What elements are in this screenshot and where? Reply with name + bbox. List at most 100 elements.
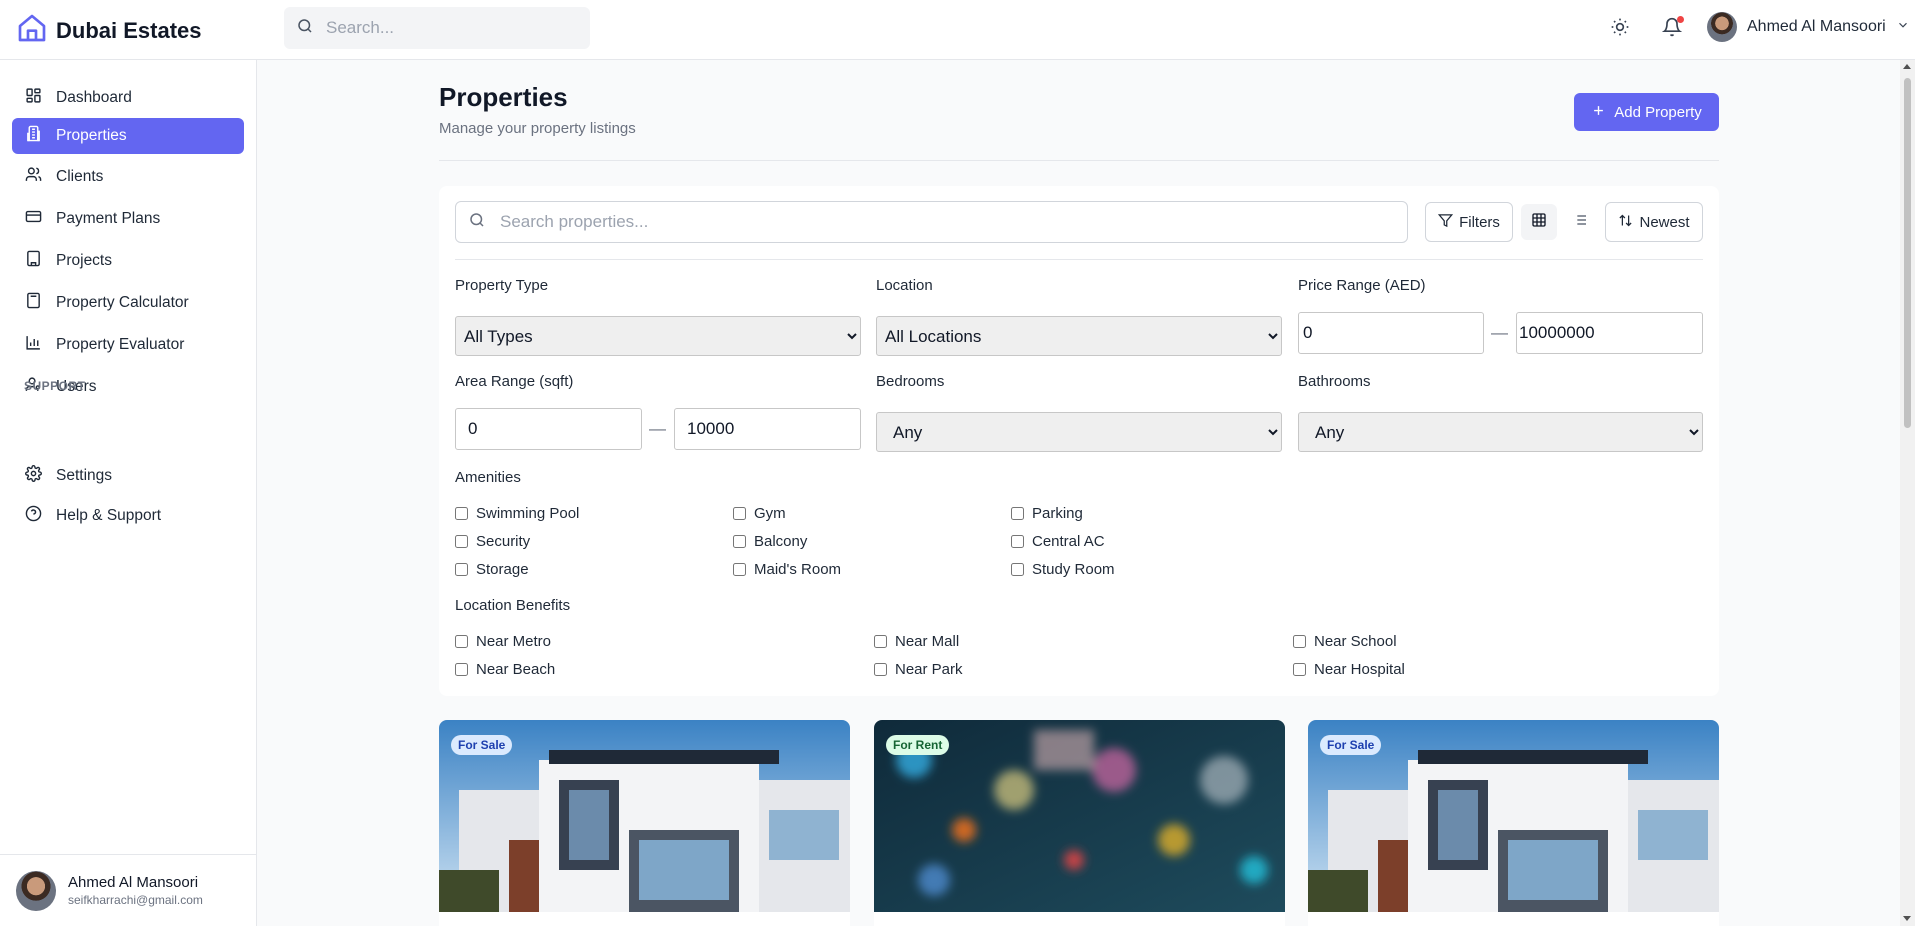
bathrooms-select[interactable]: Any [1298,412,1703,452]
support-section-label: SUPPORT [24,379,86,393]
calculator-icon [25,292,42,314]
checkbox[interactable] [733,563,746,576]
benefit-label: Near Park [895,661,963,678]
checkbox[interactable] [455,663,468,676]
property-search-input[interactable] [500,212,1380,232]
sidebar-item-property-calculator[interactable]: Property Calculator [12,285,244,321]
amenity-balcony[interactable]: Balcony [733,533,807,550]
benefit-near-school[interactable]: Near School [1293,633,1397,650]
building-icon [25,250,42,272]
home-icon [16,12,48,49]
grid-view-button[interactable] [1521,204,1557,240]
sidebar-item-property-evaluator[interactable]: Property Evaluator [12,327,244,363]
checkbox[interactable] [1293,635,1306,648]
global-search[interactable] [284,7,590,49]
scroll-down-arrow[interactable] [1903,916,1911,921]
area-max-input[interactable] [674,408,861,450]
sidebar-item-help[interactable]: Help & Support [12,498,244,534]
checkbox[interactable] [1011,563,1024,576]
sidebar-item-label: Settings [56,467,113,484]
amenity-security[interactable]: Security [455,533,530,550]
amenities-label: Amenities [455,469,521,486]
price-max-input[interactable] [1516,312,1703,354]
page-subtitle: Manage your property listings [439,120,636,137]
sidebar-item-settings[interactable]: Settings [12,458,244,494]
sidebar-item-properties[interactable]: Properties [12,118,244,154]
bar-chart-icon [25,334,42,356]
amenity-maids-room[interactable]: Maid's Room [733,561,841,578]
sidebar-user-profile[interactable]: Ahmed Al Mansoori seifkharrachi@gmail.co… [0,854,256,926]
checkbox[interactable] [1011,535,1024,548]
benefit-near-hospital[interactable]: Near Hospital [1293,661,1405,678]
status-badge: For Sale [451,735,513,755]
amenity-study-room[interactable]: Study Room [1011,561,1115,578]
checkbox[interactable] [455,563,468,576]
property-search[interactable] [455,201,1408,243]
amenity-label: Swimming Pool [476,505,580,522]
brand[interactable]: Dubai Estates [16,12,202,49]
price-range-label: Price Range (AED) [1298,277,1426,294]
area-min-input[interactable] [455,408,642,450]
benefit-near-mall[interactable]: Near Mall [874,633,959,650]
filters-button[interactable]: Filters [1425,202,1513,242]
theme-toggle-button[interactable] [1607,16,1633,42]
checkbox[interactable] [874,635,887,648]
bathrooms-label: Bathrooms [1298,373,1371,390]
checkbox[interactable] [733,507,746,520]
users-icon [25,166,42,188]
sidebar-item-label: Payment Plans [56,210,161,227]
sidebar-item-label: Property Evaluator [56,336,185,353]
notifications-button[interactable] [1659,16,1685,42]
amenity-parking[interactable]: Parking [1011,505,1083,522]
checkbox[interactable] [1011,507,1024,520]
status-badge: For Sale [1320,735,1382,755]
sort-button[interactable]: Newest [1605,202,1703,242]
bedrooms-select[interactable]: Any [876,412,1282,452]
benefit-label: Near Mall [895,633,960,650]
benefit-near-park[interactable]: Near Park [874,661,963,678]
scroll-thumb[interactable] [1904,78,1911,428]
sidebar-item-clients[interactable]: Clients [12,159,244,195]
property-card[interactable]: For Sale [439,720,850,926]
location-select[interactable]: All Locations [876,316,1282,356]
list-view-button[interactable] [1562,204,1598,240]
checkbox[interactable] [874,663,887,676]
amenity-central-ac[interactable]: Central AC [1011,533,1105,550]
scroll-up-arrow[interactable] [1903,64,1911,69]
price-min-input[interactable] [1298,312,1484,354]
amenity-storage[interactable]: Storage [455,561,529,578]
amenity-swimming-pool[interactable]: Swimming Pool [455,505,579,522]
dashboard-icon [25,87,42,109]
benefit-near-beach[interactable]: Near Beach [455,661,555,678]
add-property-button[interactable]: Add Property [1574,93,1719,131]
filter-panel: Filters Newest Property Type All Types L… [439,186,1719,696]
sidebar-item-label: Projects [56,252,112,269]
avatar [16,870,56,911]
scrollbar[interactable] [1900,60,1915,926]
sun-icon [1610,17,1630,42]
checkbox[interactable] [733,535,746,548]
sidebar-item-payment-plans[interactable]: Payment Plans [12,201,244,237]
property-card[interactable]: For Sale [1308,720,1719,926]
property-type-select[interactable]: All Types [455,316,861,356]
checkbox[interactable] [455,535,468,548]
user-menu[interactable]: Ahmed Al Mansoori [1707,12,1910,42]
amenity-gym[interactable]: Gym [733,505,786,522]
sidebar-item-projects[interactable]: Projects [12,243,244,279]
building-icon [25,125,42,147]
amenity-label: Parking [1032,505,1083,522]
notification-dot [1677,16,1684,23]
sidebar-item-label: Dashboard [56,89,132,106]
bedrooms-label: Bedrooms [876,373,945,390]
amenity-label: Storage [476,561,529,578]
global-search-input[interactable] [326,18,566,38]
sidebar-item-dashboard[interactable]: Dashboard [12,80,244,116]
sidebar: Dashboard Properties Clients Payment Pla… [0,60,257,926]
gear-icon [25,465,42,487]
amenity-label: Study Room [1032,561,1115,578]
checkbox[interactable] [455,635,468,648]
benefit-near-metro[interactable]: Near Metro [455,633,551,650]
checkbox[interactable] [455,507,468,520]
checkbox[interactable] [1293,663,1306,676]
property-card[interactable]: For Rent [874,720,1285,926]
